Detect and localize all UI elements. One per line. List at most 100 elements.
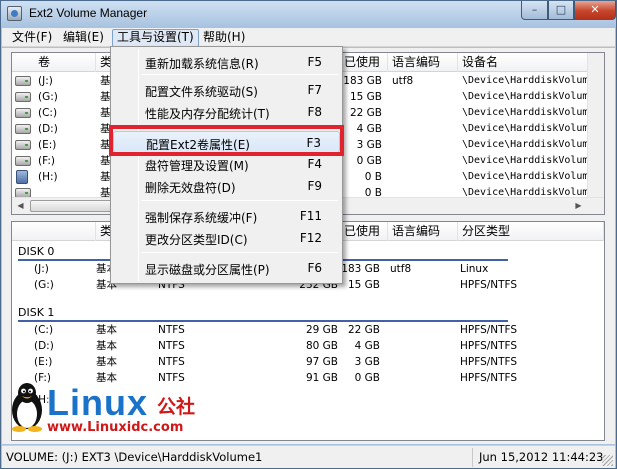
partition-volume: (C:)	[34, 324, 54, 336]
menu-separator	[141, 252, 338, 253]
menu-item-reload-system-info[interactable]: 重新加载系统信息(R) F5	[113, 51, 340, 73]
col-used[interactable]: 已使用	[340, 53, 388, 72]
volume-type: 基	[100, 107, 111, 119]
menu-edit[interactable]: 编辑(E)	[59, 30, 108, 46]
volume-used: 15 GB	[349, 91, 382, 103]
menu-item-delete-invalid-letters[interactable]: 删除无效盘符(D) F9	[113, 175, 340, 197]
volume-device: \Device\HarddiskVolum	[462, 155, 589, 166]
title-bar[interactable]: Ext2 Volume Manager – □ ✕	[1, 1, 616, 27]
menu-help[interactable]: 帮助(H)	[199, 30, 249, 46]
col-disk-codepage[interactable]: 语言编码	[388, 222, 458, 241]
menu-bar: 文件(F) 编辑(E) 工具与设置(T) 帮助(H)	[2, 28, 615, 47]
status-volume-info: VOLUME: (J:) EXT3 \Device\HarddiskVolume…	[6, 450, 263, 464]
menu-item-label: 删除无效盘符(D)	[145, 181, 236, 195]
minimize-button[interactable]: –	[521, 1, 548, 20]
menu-item-label: 盘符管理及设置(M)	[145, 159, 249, 173]
partition-type-id: HPFS/NTFS	[460, 356, 518, 368]
partition-fs: NTFS	[158, 324, 185, 336]
watermark-url: www.Linuxidc.com	[47, 420, 184, 435]
resize-grip-icon[interactable]	[602, 455, 613, 466]
menu-item-shortcut: F7	[307, 83, 322, 97]
menu-item-show-disk-properties[interactable]: 显示磁盘或分区属性(P) F6	[113, 257, 340, 279]
volume-device: \Device\HarddiskVolum	[462, 171, 589, 182]
partition-type-id: HPFS/NTFS	[460, 324, 518, 336]
menu-item-shortcut: F6	[307, 261, 322, 275]
menu-item-drive-letter-mgmt[interactable]: 盘符管理及设置(M) F4	[113, 153, 340, 175]
partition-volume: (G:)	[34, 279, 54, 291]
partition-row[interactable]: (E:) 基本 NTFS 97 GB 3 GB HPFS/NTFS	[12, 354, 604, 370]
partition-row[interactable]: (C:) 基本 NTFS 29 GB 22 GB HPFS/NTFS	[12, 322, 604, 338]
menu-separator	[141, 74, 338, 75]
volume-type: 基	[100, 75, 111, 87]
col-disk-used[interactable]: 已使用	[340, 222, 388, 241]
volume-name: (G:)	[38, 91, 58, 103]
partition-type: 基本	[96, 356, 117, 368]
menu-item-shortcut: F9	[307, 179, 322, 193]
menu-item-label: 更改分区类型ID(C)	[145, 233, 248, 247]
volume-type: 基	[100, 91, 111, 103]
hard-drive-icon	[15, 108, 31, 118]
app-icon	[7, 6, 22, 21]
menu-item-force-flush-buffers[interactable]: 强制保存系统缓冲(F) F11	[113, 205, 340, 227]
menu-item-label: 显示磁盘或分区属性(P)	[145, 263, 270, 277]
volume-name: (F:)	[38, 155, 55, 167]
volume-used: 183 GB	[343, 75, 382, 87]
menu-item-perf-memory-stats[interactable]: 性能及内存分配统计(T) F8	[113, 101, 340, 123]
scroll-left-arrow-icon[interactable]: ◀	[12, 198, 29, 214]
volume-device: \Device\HarddiskVolum	[462, 75, 589, 86]
menu-item-label: 重新加载系统信息(R)	[145, 57, 259, 71]
disk-header[interactable]: DISK 1	[12, 305, 604, 321]
partition-used: 3 GB	[354, 356, 380, 368]
col-codepage[interactable]: 语言编码	[388, 53, 458, 72]
volume-used: 0 GB	[356, 155, 382, 167]
status-datetime: Jun 15,2012 11:44:23	[479, 450, 604, 464]
menu-item-change-partition-type[interactable]: 更改分区类型ID(C) F12	[113, 227, 340, 249]
menu-tools[interactable]: 工具与设置(T)	[112, 29, 199, 47]
partition-type-id: HPFS/NTFS	[460, 340, 518, 352]
usb-drive-icon	[16, 170, 28, 184]
close-button[interactable]: ✕	[574, 1, 616, 20]
menu-item-config-fs-driver[interactable]: 配置文件系统驱动(S) F7	[113, 79, 340, 101]
status-divider	[472, 448, 473, 467]
hard-drive-icon	[15, 156, 31, 166]
partition-fs: NTFS	[158, 340, 185, 352]
col-disk-parttype[interactable]: 分区类型	[458, 222, 604, 241]
partition-volume: (E:)	[34, 356, 53, 368]
menu-item-shortcut: F5	[307, 55, 322, 69]
partition-used: 4 GB	[354, 340, 380, 352]
volume-device: \Device\HarddiskVolum	[462, 91, 589, 102]
volume-type: 基	[100, 171, 111, 183]
partition-type: 基本	[96, 324, 117, 336]
menu-item-label: 配置文件系统驱动(S)	[145, 85, 258, 99]
col-device[interactable]: 设备名	[458, 53, 589, 72]
volume-used: 4 GB	[356, 123, 382, 135]
volume-device: \Device\HarddiskVolum	[462, 123, 589, 134]
maximize-button[interactable]: □	[548, 1, 574, 20]
partition-volume: (D:)	[34, 340, 54, 352]
volume-name: (D:)	[38, 123, 58, 135]
scroll-right-arrow-icon[interactable]: ▶	[570, 198, 587, 214]
volume-name: (E:)	[38, 139, 57, 151]
partition-fs: NTFS	[158, 356, 185, 368]
col-volume[interactable]: 卷	[12, 53, 96, 72]
partition-row[interactable]: (D:) 基本 NTFS 80 GB 4 GB HPFS/NTFS	[12, 338, 604, 354]
partition-type-id: HPFS/NTFS	[460, 372, 518, 384]
volumes-vertical-scrollbar[interactable]	[587, 53, 604, 198]
watermark: Linux 公社 www.Linuxidc.com	[5, 378, 215, 444]
menu-item-label: 性能及内存分配统计(T)	[145, 107, 270, 121]
partition-type-id: HPFS/NTFS	[460, 279, 518, 291]
partition-size: 29 GB	[305, 324, 338, 336]
menu-item-shortcut: F11	[299, 209, 322, 223]
volume-codepage: utf8	[392, 75, 414, 87]
menu-item-shortcut: F8	[307, 105, 322, 119]
watermark-brand: Linux	[47, 382, 148, 423]
volume-used: 22 GB	[349, 107, 382, 119]
col-disk-volume[interactable]	[12, 222, 96, 241]
menu-file[interactable]: 文件(F)	[8, 30, 56, 46]
partition-size: 97 GB	[305, 356, 338, 368]
menu-item-label: 强制保存系统缓冲(F)	[145, 211, 258, 225]
partition-type: 基本	[96, 340, 117, 352]
volume-device: \Device\HarddiskVolum	[462, 139, 589, 150]
tools-dropdown-menu: 重新加载系统信息(R) F5 配置文件系统驱动(S) F7 性能及内存分配统计(T) F8…	[110, 46, 343, 284]
volume-name: (C:)	[38, 107, 58, 119]
